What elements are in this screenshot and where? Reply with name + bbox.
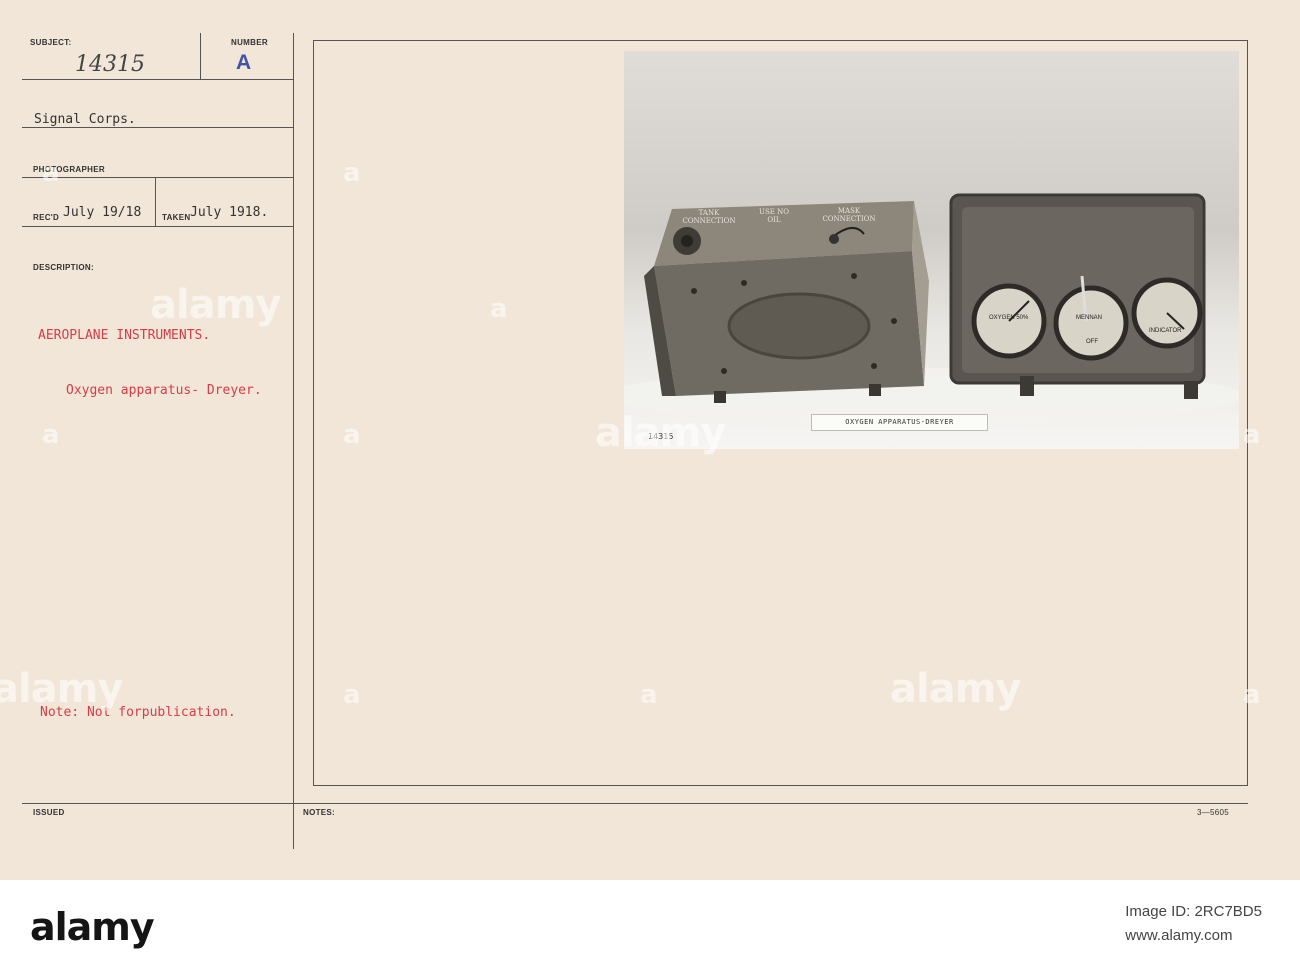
rule <box>155 177 156 226</box>
box-label-oil: USE NO OIL <box>759 208 789 224</box>
subject-value: 14315 <box>75 52 145 77</box>
source-text: Signal Corps. <box>34 112 136 127</box>
stock-footer <box>0 880 1300 971</box>
gauge-center-label: MENNAN <box>1076 315 1103 321</box>
photograph: TANK CONNECTION USE NO OIL MASK CONNECTI… <box>624 51 1239 449</box>
watermark-letter: a <box>640 680 658 710</box>
watermark-letter: a <box>490 294 508 324</box>
box-label-mask: MASK CONNECTION <box>822 207 876 223</box>
image-id: Image ID: 2RC7BD5 <box>1125 903 1262 920</box>
rule <box>22 177 294 178</box>
watermark-letter: a <box>42 420 60 450</box>
footer-logo: alamy <box>30 905 155 949</box>
taken-label: TAKEN <box>162 213 191 222</box>
recd-value: July 19/18 <box>63 205 142 220</box>
watermark-letter: a <box>343 680 361 710</box>
description-text: Oxygen apparatus- Dreyer. <box>66 383 262 398</box>
gauge-left-label: OXYGEN 50% <box>989 315 1029 321</box>
rule <box>293 33 294 849</box>
gauge-center-off: OFF <box>1086 339 1098 345</box>
notes-label: NOTES: <box>303 808 336 817</box>
watermark-letter: a <box>343 158 361 188</box>
watermark-letter: a <box>343 420 361 450</box>
photo-caption: OXYGEN APPARATUS-DREYER <box>811 414 988 431</box>
site-url: www.alamy.com <box>1125 927 1233 944</box>
form-number: 3—5605 <box>1197 808 1230 817</box>
watermark-logo: alamy <box>890 666 1021 712</box>
footer-meta: Image ID: 2RC7BD5 www.alamy.com <box>1125 900 1262 948</box>
subject-label: SUBJECT: <box>30 38 72 47</box>
watermark-logo: alamy <box>595 410 726 456</box>
rule <box>200 33 201 79</box>
issued-label: ISSUED <box>33 808 65 817</box>
number-value: A <box>236 51 252 74</box>
watermark-letter: a <box>1243 420 1261 450</box>
rule <box>22 226 294 227</box>
record-card: SUBJECT: 14315 NUMBER A Signal Corps. PH… <box>0 0 1300 880</box>
recd-label: REC'D <box>33 213 60 222</box>
description-title: AEROPLANE INSTRUMENTS. <box>38 328 211 343</box>
box-label-tank: TANK CONNECTION <box>682 209 736 225</box>
watermark-logo: alamy <box>150 282 281 328</box>
watermark-logo: alamy <box>0 666 123 712</box>
number-label: NUMBER <box>231 38 268 47</box>
taken-value: July 1918. <box>190 205 269 220</box>
watermark-letter: a <box>42 158 60 188</box>
description-label: DESCRIPTION: <box>33 263 94 272</box>
rule <box>22 79 294 80</box>
rule <box>22 803 1248 804</box>
gauge-right-label: INDICATOR <box>1149 328 1182 334</box>
watermark-letter: a <box>1243 680 1261 710</box>
oxygen-apparatus-image <box>624 193 1239 424</box>
rule <box>22 127 294 128</box>
